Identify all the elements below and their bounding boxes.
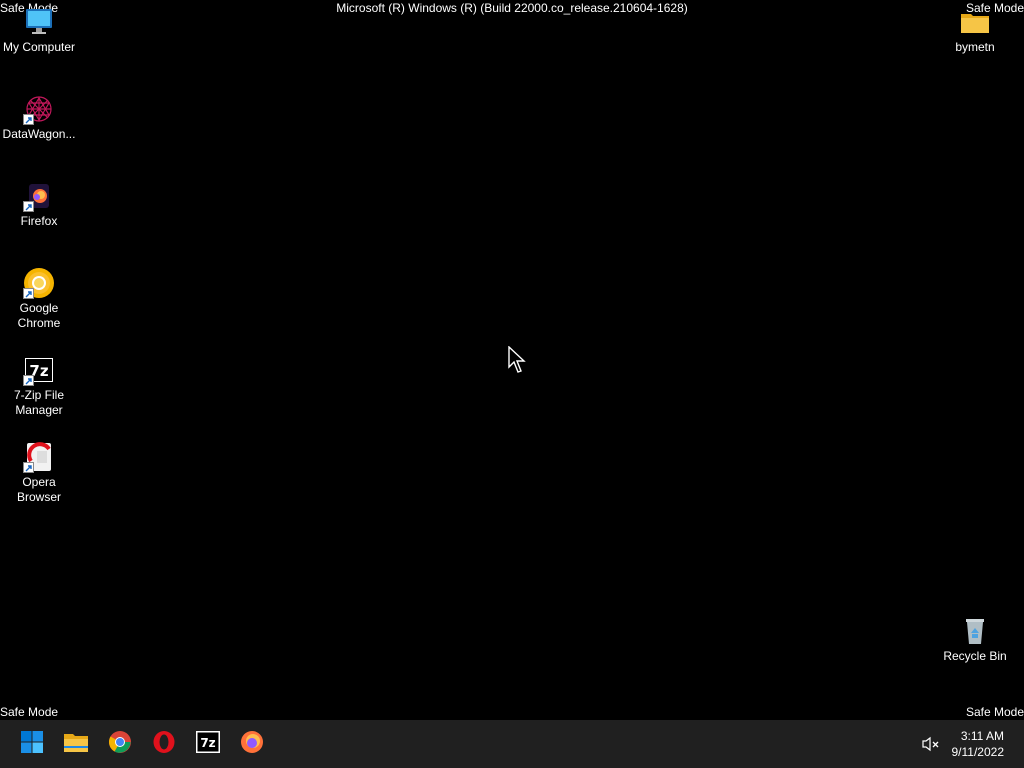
- firefox-icon: [240, 730, 264, 759]
- safe-mode-label-bottom-right: Safe Mode: [965, 705, 1024, 719]
- svg-text:7z: 7z: [200, 736, 215, 750]
- start-button[interactable]: [16, 728, 48, 760]
- firefox-icon: [23, 180, 55, 212]
- taskbar-chrome-button[interactable]: [104, 728, 136, 760]
- desktop-icon-recycle-bin[interactable]: Recycle Bin: [936, 615, 1014, 664]
- desktop-icon-datawagon[interactable]: DataWagon...: [0, 93, 78, 142]
- taskbar-file-explorer-button[interactable]: [60, 728, 92, 760]
- monitor-icon: [23, 6, 55, 38]
- system-clock[interactable]: 3:11 AM 9/11/2022: [952, 728, 1005, 760]
- taskbar: 7z 3:11 AM 9/11/2022: [0, 720, 1024, 768]
- 7zip-icon: 7z: [196, 730, 220, 758]
- windows-build-label: Microsoft (R) Windows (R) (Build 22000.c…: [336, 1, 688, 15]
- chrome-icon: [108, 730, 132, 759]
- desktop-icon-label: Google Chrome: [17, 301, 61, 330]
- safe-mode-label-bottom-left: Safe Mode: [0, 705, 59, 719]
- taskbar-7zip-button[interactable]: 7z: [192, 728, 224, 760]
- datawagon-icon: [23, 93, 55, 125]
- desktop-icon-label: 7-Zip File Manager: [13, 388, 64, 417]
- desktop-icon-firefox[interactable]: Firefox: [0, 180, 78, 229]
- file-explorer-icon: [63, 731, 89, 758]
- 7zip-icon: 7z: [23, 354, 55, 386]
- shortcut-arrow-icon: [23, 375, 34, 386]
- desktop-icon-7zip[interactable]: 7z 7-Zip File Manager: [0, 354, 78, 418]
- taskbar-firefox-button[interactable]: [236, 728, 268, 760]
- clock-time: 3:11 AM: [960, 729, 1004, 743]
- desktop-icon-label: Firefox: [20, 214, 58, 228]
- clock-date: 9/11/2022: [951, 745, 1005, 759]
- taskbar-opera-button[interactable]: [148, 728, 180, 760]
- shortcut-arrow-icon: [23, 288, 34, 299]
- desktop-icon-label: Recycle Bin: [943, 649, 1007, 663]
- desktop-icon-label: Opera Browser: [16, 475, 61, 504]
- desktop-icon-label: My Computer: [2, 40, 76, 54]
- desktop-icon-label: DataWagon...: [2, 127, 76, 141]
- shortcut-arrow-icon: [23, 114, 34, 125]
- start-icon: [20, 730, 44, 759]
- recycle-bin-icon: [959, 615, 991, 647]
- opera-icon: [152, 730, 176, 759]
- shortcut-arrow-icon: [23, 462, 34, 473]
- desktop-icon-google-chrome[interactable]: Google Chrome: [0, 267, 78, 331]
- desktop-icon-bymetn[interactable]: bymetn: [936, 6, 1014, 55]
- mouse-pointer-icon: [508, 345, 528, 379]
- shortcut-arrow-icon: [23, 201, 34, 212]
- folder-icon: [959, 6, 991, 38]
- opera-icon: [23, 441, 55, 473]
- desktop-icon-opera[interactable]: Opera Browser: [0, 441, 78, 505]
- desktop-icon-my-computer[interactable]: My Computer: [0, 6, 78, 55]
- chrome-icon: [23, 267, 55, 299]
- volume-muted-icon[interactable]: [922, 736, 940, 752]
- desktop-icon-label: bymetn: [955, 40, 995, 54]
